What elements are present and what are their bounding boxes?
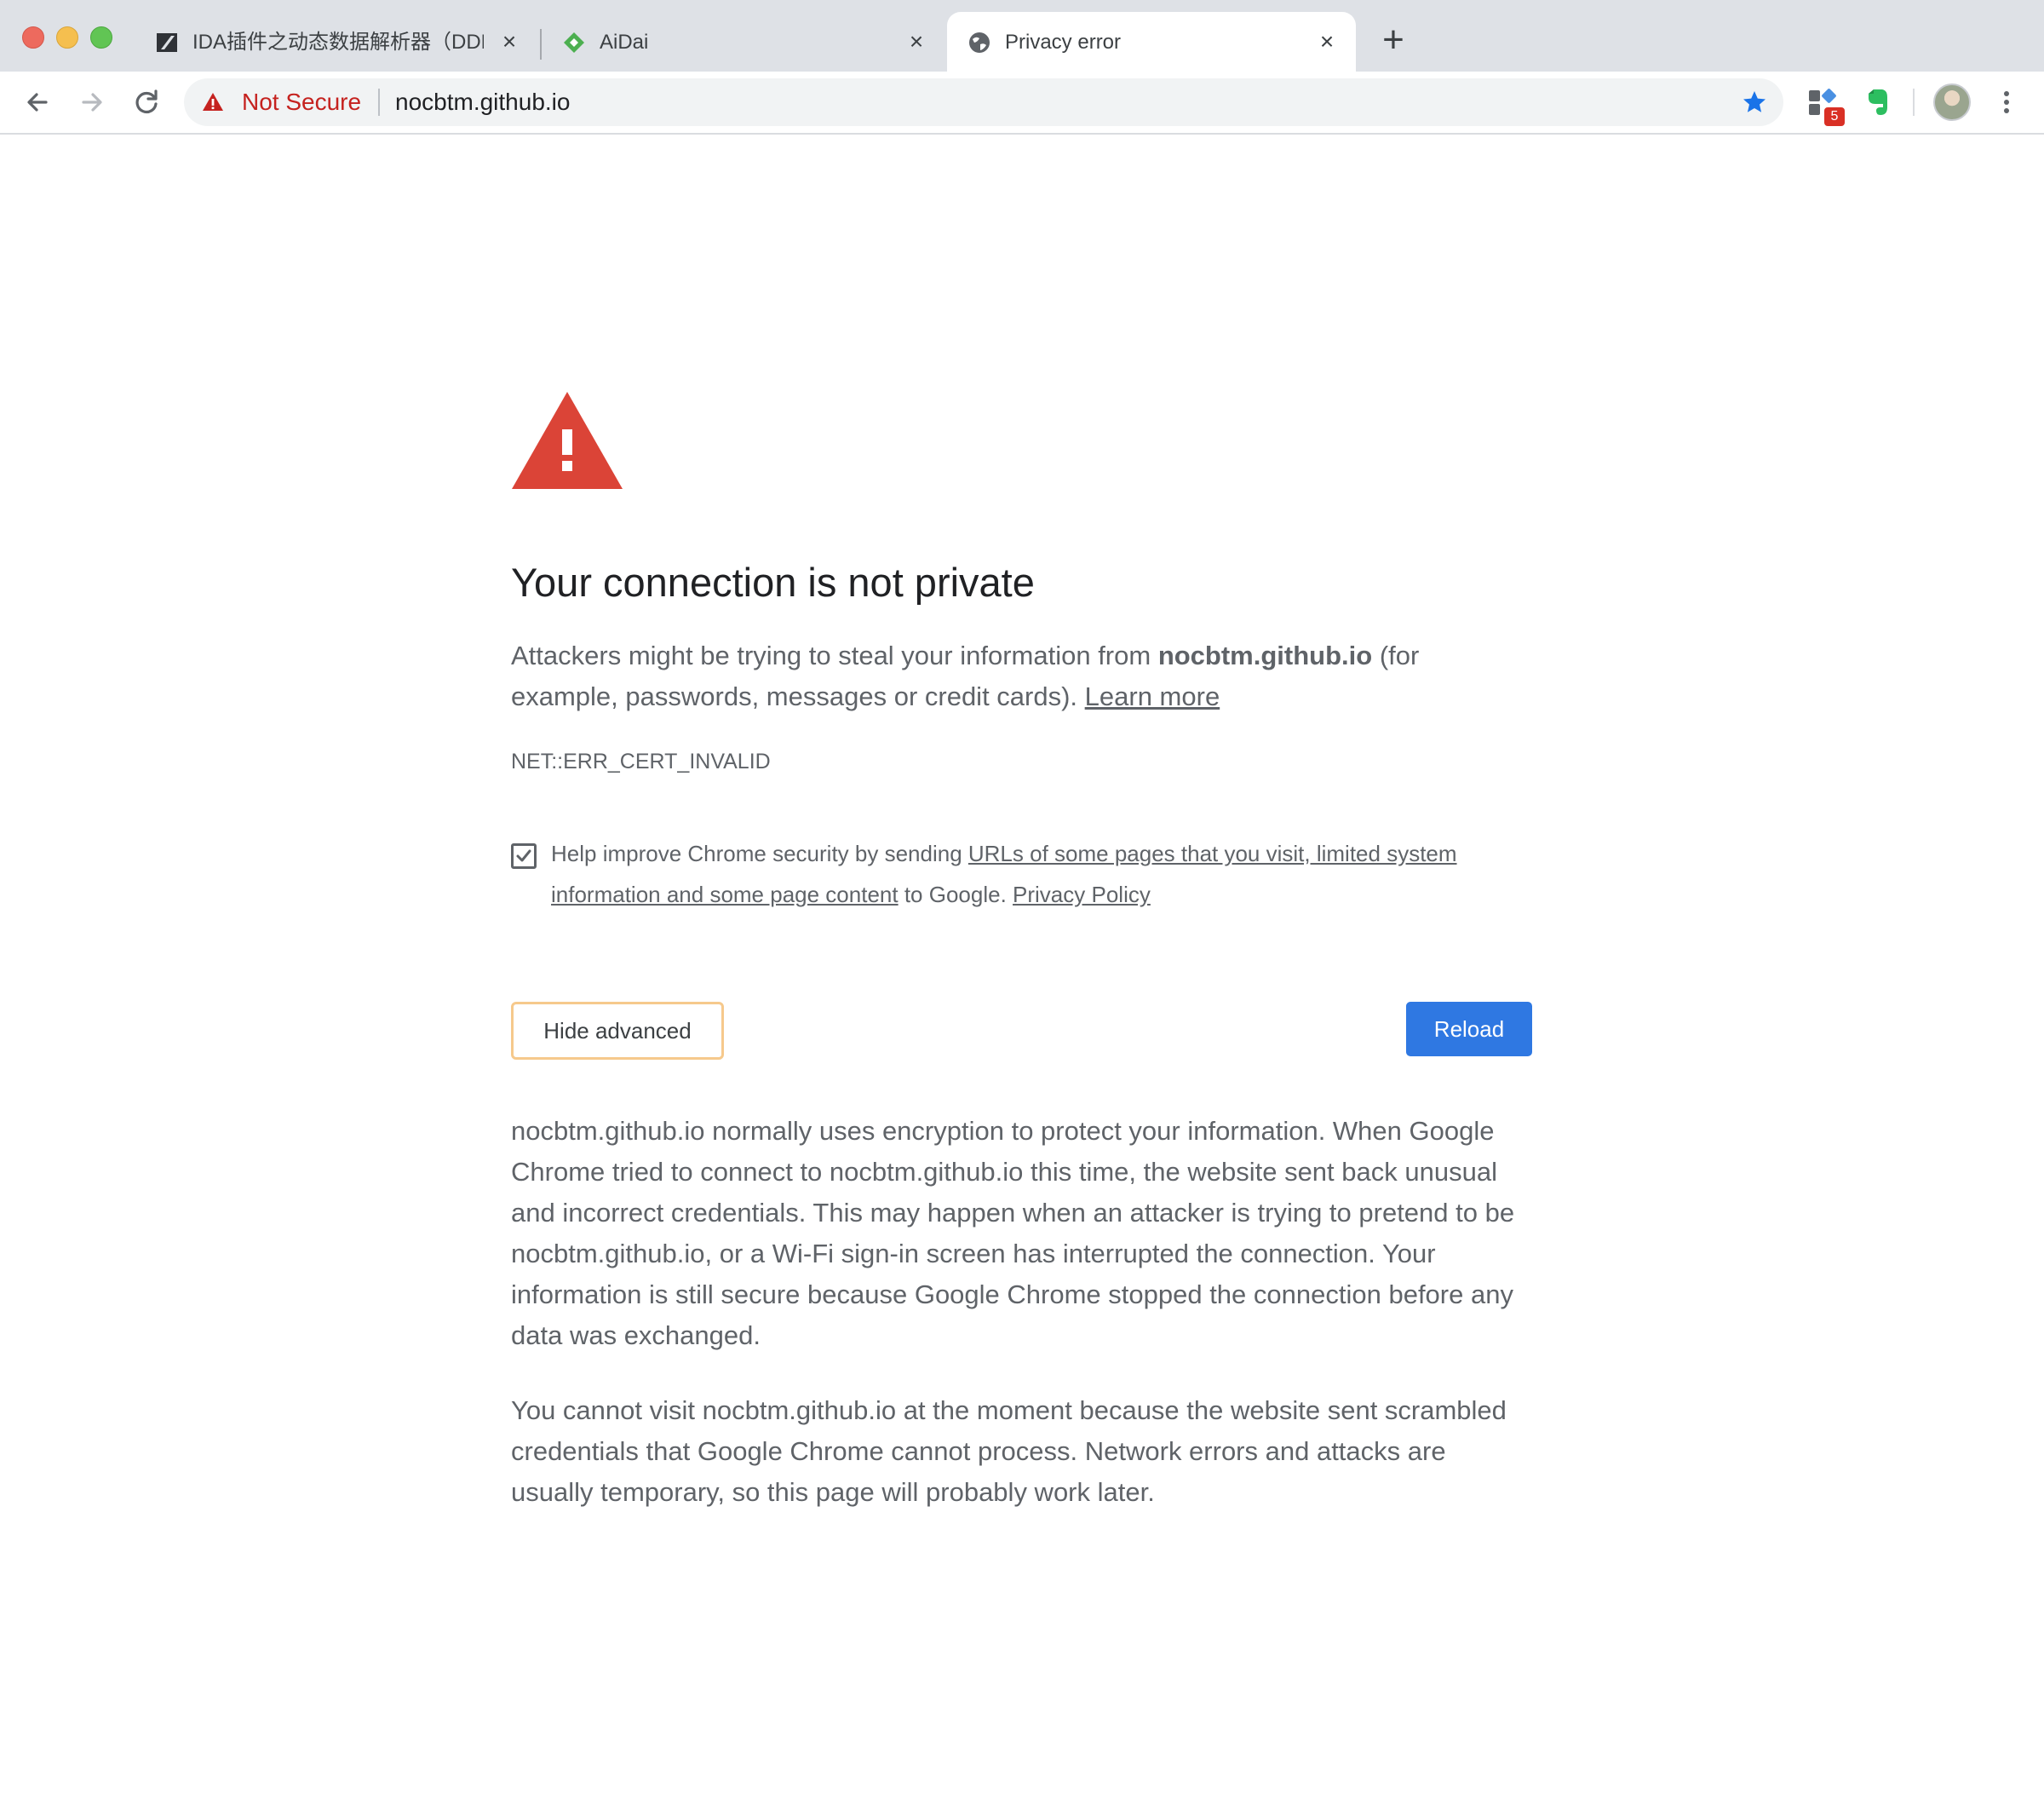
omnibox[interactable]: Not Secure nocbtm.github.io [184,78,1783,126]
toolbar-separator [1913,89,1915,116]
details-paragraph-1: nocbtm.github.io normally uses encryptio… [511,1116,1515,1350]
new-tab-button[interactable]: + [1378,21,1409,59]
tab-strip: IDA插件之动态数据解析器（DDR） × AiDai × Privacy err… [0,0,2044,72]
reload-button[interactable]: Reload [1406,1002,1532,1056]
tab-close-icon[interactable]: × [497,30,521,54]
browser-toolbar: Not Secure nocbtm.github.io 5 [0,72,2044,135]
security-optin-checkbox[interactable] [511,843,537,869]
globe-icon [969,32,990,53]
intro-text: Attackers might be trying to steal your … [511,641,1158,670]
window-close-button[interactable] [22,26,44,49]
tab-close-icon[interactable]: × [1315,30,1339,54]
window-zoom-button[interactable] [90,26,112,49]
details-paragraph-2: You cannot visit nocbtm.github.io at the… [511,1395,1507,1507]
warning-triangle-icon [512,392,623,489]
forward-icon[interactable] [75,85,109,119]
menu-kebab-icon[interactable] [1993,85,2020,119]
security-status-label[interactable]: Not Secure [242,89,361,116]
optin-text: Help improve Chrome security by sending [551,841,968,866]
learn-more-link[interactable]: Learn more [1085,681,1220,711]
hide-advanced-button[interactable]: Hide advanced [511,1002,724,1060]
evernote-icon[interactable] [1860,85,1894,119]
intro-paragraph: Attackers might be trying to steal your … [511,635,1533,717]
extension-badge: 5 [1824,107,1845,126]
tab-title: IDA插件之动态数据解析器（DDR） [192,31,484,54]
aidai-leaf-icon [564,32,584,53]
profile-avatar[interactable] [1933,83,1971,121]
url-text[interactable]: nocbtm.github.io [395,89,570,116]
tab-aidai[interactable]: AiDai × [542,12,942,72]
bookmark-star-icon[interactable] [1741,89,1768,116]
tab-title: AiDai [600,31,649,54]
reload-icon[interactable] [129,85,164,119]
checkmark-icon [516,849,531,862]
back-icon[interactable] [20,85,55,119]
warning-icon[interactable] [201,90,225,114]
tab-close-icon[interactable]: × [904,30,928,54]
window-minimize-button[interactable] [56,26,78,49]
intro-domain: nocbtm.github.io [1157,641,1373,670]
privacy-policy-link[interactable]: Privacy Policy [1013,882,1151,907]
tab-privacy-error[interactable]: Privacy error × [947,12,1356,72]
zhi-icon [157,33,177,52]
optin-text-middle: to Google. [898,882,1013,907]
tab-title: Privacy error [1005,31,1122,54]
security-optin-text: Help improve Chrome security by sending … [551,833,1530,915]
omnibox-divider [378,89,380,116]
page-title: Your connection is not private [511,560,1035,605]
tab-ida-plugin[interactable]: IDA插件之动态数据解析器（DDR） × [135,12,535,72]
error-code[interactable]: NET::ERR_CERT_INVALID [511,746,771,777]
